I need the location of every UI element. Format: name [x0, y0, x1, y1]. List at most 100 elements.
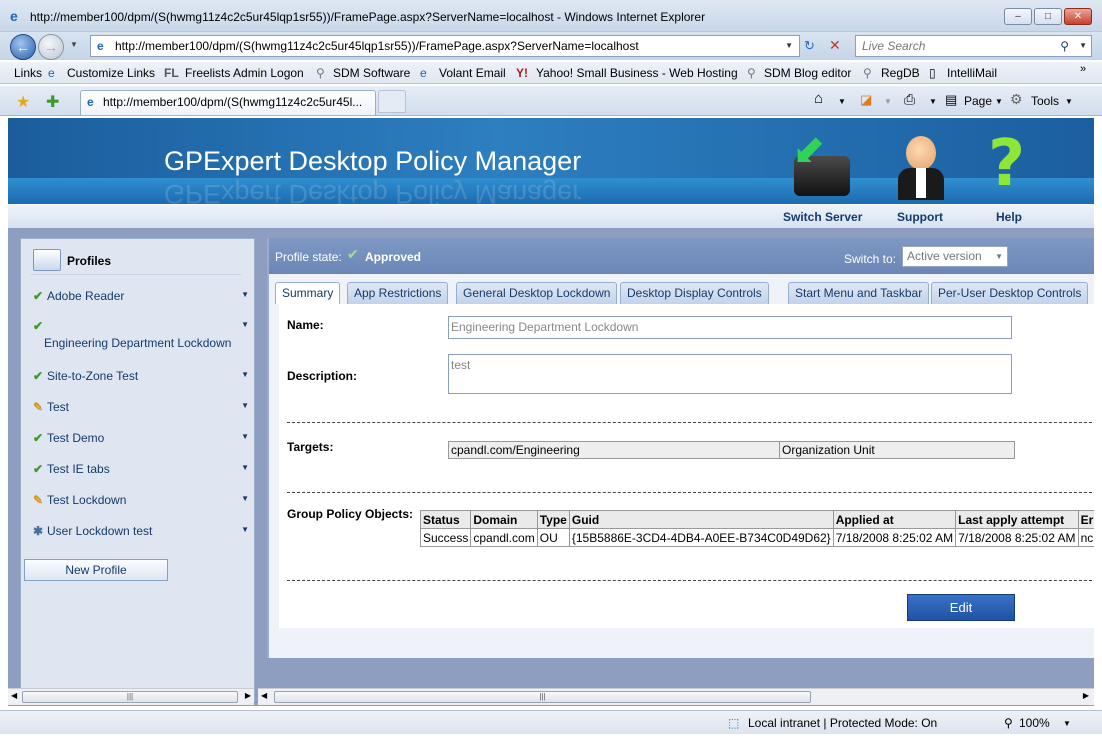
- profile-item-test-lockdown[interactable]: ✎ Test Lockdown ▼: [31, 491, 251, 511]
- profiles-sidebar: Profiles ✔ Adobe Reader ▼ ✔ Engineering …: [20, 238, 255, 702]
- link-volant-email[interactable]: Volant Email: [439, 66, 506, 80]
- browser-tab[interactable]: e http://member100/dpm/(S(hwmg11z4c2c5ur…: [80, 90, 376, 115]
- chevron-down-icon[interactable]: ▼: [241, 401, 249, 410]
- gpo-last-attempt-cell: 7/18/2008 8:25:02 AM: [955, 528, 1079, 547]
- target-path: cpandl.com/Engineering: [448, 441, 780, 459]
- chevron-down-icon[interactable]: ▼: [241, 494, 249, 503]
- table-row: Success cpandl.com OU {15B5886E-3CD4-4DB…: [419, 528, 1094, 547]
- description-label: Description:: [287, 369, 358, 383]
- scrollbar-thumb[interactable]: |||: [274, 691, 811, 703]
- summary-panel: Name: Engineering Department Lockdown De…: [279, 304, 1094, 628]
- profile-item-engineering-department-lockdown[interactable]: ✔ Engineering Department Lockdown ▼: [31, 317, 251, 355]
- app-nav-bar: Switch Server Support Help: [8, 204, 1094, 228]
- maximize-button[interactable]: □: [1034, 8, 1062, 25]
- folder-icon: [33, 249, 61, 271]
- tab-desktop-display-controls[interactable]: Desktop Display Controls: [620, 282, 769, 304]
- tools-menu-dropdown-icon[interactable]: ▼: [1065, 97, 1073, 106]
- new-tab-button[interactable]: [378, 90, 406, 113]
- profile-item-adobe-reader[interactable]: ✔ Adobe Reader ▼: [31, 287, 251, 307]
- back-icon[interactable]: ←: [10, 34, 36, 60]
- feeds-dropdown-icon[interactable]: ▼: [884, 97, 892, 106]
- support-link[interactable]: Support: [897, 210, 943, 224]
- support-person-illustration: [896, 136, 946, 200]
- gear-icon: ⚙: [1010, 91, 1023, 107]
- tab-start-menu-and-taskbar[interactable]: Start Menu and Taskbar: [788, 282, 930, 304]
- stop-icon[interactable]: ✕: [829, 37, 841, 54]
- tab-per-user-desktop-controls[interactable]: Per-User Desktop Controls: [931, 282, 1089, 304]
- feeds-icon[interactable]: ◪: [860, 92, 872, 108]
- profile-item-user-lockdown-test[interactable]: ✱ User Lockdown test ▼: [31, 522, 251, 542]
- switch-server-link[interactable]: Switch Server: [783, 210, 862, 224]
- address-input[interactable]: e http://member100/dpm/(S(hwmg11z4c2c5ur…: [90, 35, 800, 57]
- main-horizontal-scrollbar[interactable]: ◀ ||| ▶: [258, 688, 1094, 705]
- edit-button[interactable]: Edit: [907, 594, 1015, 621]
- close-button[interactable]: ✕: [1064, 8, 1092, 25]
- tools-menu[interactable]: Tools: [1031, 94, 1059, 108]
- profile-item-test-ie-tabs[interactable]: ✔ Test IE tabs ▼: [31, 460, 251, 480]
- scroll-right-icon[interactable]: ▶: [245, 691, 251, 700]
- link-customize-links[interactable]: Customize Links: [67, 66, 155, 80]
- link-sdm-blog-editor[interactable]: SDM Blog editor: [764, 66, 851, 80]
- profile-item-test[interactable]: ✎ Test ▼: [31, 398, 251, 418]
- recent-pages-dropdown-icon[interactable]: ▼: [70, 40, 78, 49]
- profile-item-test-demo[interactable]: ✔ Test Demo ▼: [31, 429, 251, 449]
- link-intellimail[interactable]: IntelliMail: [947, 66, 997, 80]
- page-menu[interactable]: Page: [964, 94, 992, 108]
- gpo-applied-at-cell: 7/18/2008 8:25:02 AM: [832, 528, 957, 547]
- links-label: Links: [14, 66, 43, 80]
- link-icon: ⚲: [316, 66, 325, 80]
- search-options-icon[interactable]: ▼: [1079, 36, 1087, 56]
- gpo-table: Status Domain Type Guid Applied at Last …: [419, 510, 1094, 547]
- name-field[interactable]: Engineering Department Lockdown: [448, 316, 1012, 339]
- links-overflow-icon[interactable]: »: [1080, 63, 1086, 75]
- tab-summary[interactable]: Summary: [275, 282, 341, 304]
- home-icon[interactable]: ⌂: [814, 90, 823, 107]
- freelists-icon: FL: [164, 66, 179, 80]
- refresh-icon[interactable]: ↻: [804, 38, 815, 54]
- add-favorite-icon[interactable]: ✚: [46, 92, 59, 112]
- favorites-star-icon[interactable]: ★: [16, 92, 30, 112]
- profile-state-bar: Profile state: ✔ Approved Switch to: Act…: [269, 238, 1094, 274]
- search-input[interactable]: Live Search ⚲ ▼: [855, 35, 1092, 57]
- link-yahoo-small-business[interactable]: Yahoo! Small Business - Web Hosting: [536, 66, 738, 80]
- chevron-down-icon[interactable]: ▼: [241, 320, 249, 329]
- tab-general-desktop-lockdown[interactable]: General Desktop Lockdown: [456, 282, 618, 304]
- link-icon: ⚲: [863, 66, 872, 80]
- chevron-down-icon[interactable]: ▼: [241, 525, 249, 534]
- tab-app-restrictions[interactable]: App Restrictions: [347, 282, 449, 304]
- scroll-left-icon[interactable]: ◀: [11, 691, 17, 700]
- page-menu-dropdown-icon[interactable]: ▼: [995, 97, 1003, 106]
- address-dropdown-icon[interactable]: ▼: [785, 36, 793, 56]
- new-profile-button[interactable]: New Profile: [24, 559, 168, 581]
- targets-label: Targets:: [287, 440, 334, 454]
- profile-item-site-to-zone-test[interactable]: ✔ Site-to-Zone Test ▼: [31, 367, 251, 387]
- table-header-row: Status Domain Type Guid Applied at Last …: [419, 510, 1094, 529]
- home-dropdown-icon[interactable]: ▼: [838, 97, 846, 106]
- name-label: Name:: [287, 318, 324, 332]
- minimize-button[interactable]: –: [1004, 8, 1032, 25]
- help-link[interactable]: Help: [996, 210, 1022, 224]
- link-sdm-software[interactable]: SDM Software: [333, 66, 410, 80]
- column-header: Applied at: [832, 510, 957, 529]
- chevron-down-icon[interactable]: ▼: [241, 463, 249, 472]
- version-select[interactable]: Active version ▼: [902, 246, 1008, 267]
- profile-label: Adobe Reader: [47, 289, 125, 303]
- link-freelists-admin-logon[interactable]: Freelists Admin Logon: [185, 66, 304, 80]
- print-dropdown-icon[interactable]: ▼: [929, 97, 937, 106]
- chevron-down-icon[interactable]: ▼: [241, 370, 249, 379]
- approved-check-icon: ✔: [347, 246, 359, 262]
- link-regdb[interactable]: RegDB: [881, 66, 920, 80]
- scroll-left-icon[interactable]: ◀: [261, 691, 267, 700]
- sidebar-horizontal-scrollbar[interactable]: ◀ ||| ▶: [8, 688, 254, 705]
- description-field[interactable]: test: [448, 354, 1012, 394]
- forward-icon[interactable]: →: [38, 34, 64, 60]
- scroll-right-icon[interactable]: ▶: [1083, 691, 1089, 700]
- print-icon[interactable]: ⎙: [904, 91, 915, 108]
- zoom-level[interactable]: 100%: [1019, 716, 1050, 730]
- zoom-dropdown-icon[interactable]: ▼: [1063, 719, 1071, 728]
- scrollbar-thumb[interactable]: |||: [22, 691, 238, 703]
- search-icon[interactable]: ⚲: [1060, 36, 1069, 56]
- chevron-down-icon[interactable]: ▼: [241, 290, 249, 299]
- switch-to-label: Switch to:: [844, 252, 897, 266]
- chevron-down-icon[interactable]: ▼: [241, 432, 249, 441]
